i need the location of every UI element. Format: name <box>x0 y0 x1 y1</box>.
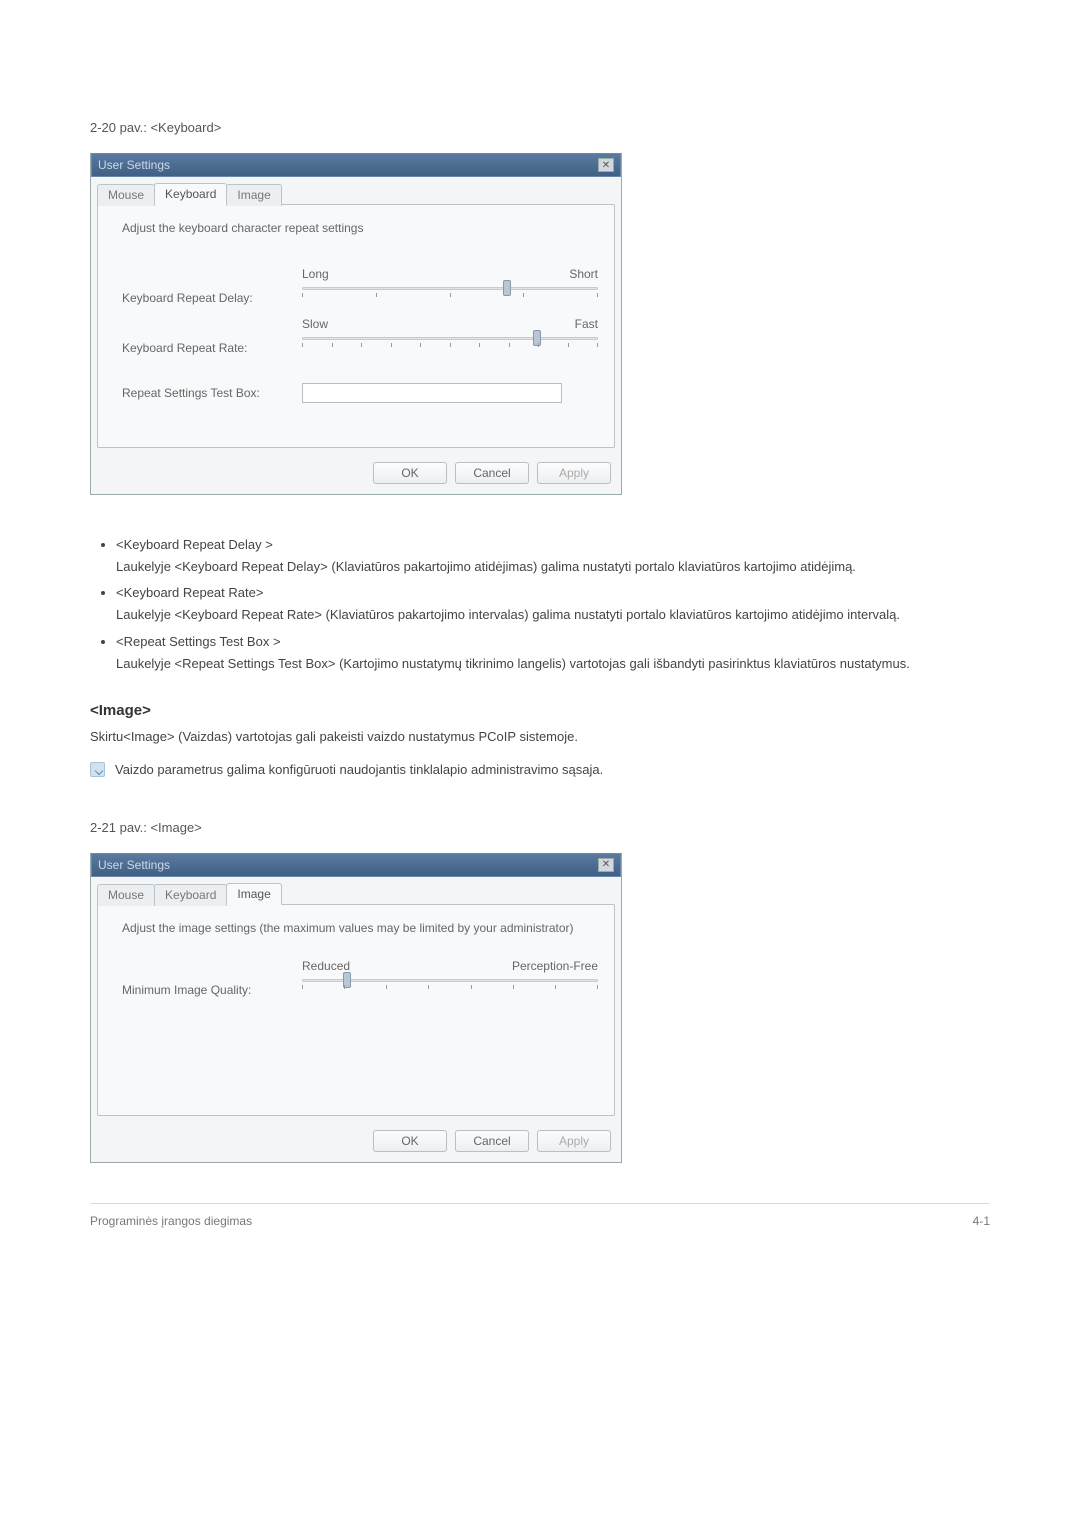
page-footer: Programinės įrangos diegimas 4-1 <box>90 1203 990 1228</box>
close-icon[interactable]: ✕ <box>598 158 614 172</box>
row-test-box: Repeat Settings Test Box: <box>122 383 598 403</box>
bullet-term: <Keyboard Repeat Rate> <box>116 583 990 603</box>
tab-keyboard[interactable]: Keyboard <box>154 884 227 906</box>
dialog-button-row: OK Cancel Apply <box>91 1122 621 1162</box>
note-icon <box>90 762 105 777</box>
tab-strip: Mouse Keyboard Image <box>97 183 615 205</box>
slider-label-perception-free: Perception-Free <box>512 959 598 973</box>
list-item: <Repeat Settings Test Box > Laukelyje <R… <box>116 632 990 674</box>
tab-image[interactable]: Image <box>226 883 281 905</box>
note-text: Vaizdo parametrus galima konfigūruoti na… <box>115 760 603 780</box>
row-image-quality: Minimum Image Quality: Reduced Perceptio… <box>122 975 598 1005</box>
tab-mouse[interactable]: Mouse <box>97 884 155 906</box>
slider-ticks <box>302 293 598 297</box>
tab-keyboard[interactable]: Keyboard <box>154 183 227 205</box>
ok-button[interactable]: OK <box>373 462 447 484</box>
bullet-text: Laukelyje <Repeat Settings Test Box> (Ka… <box>116 656 910 671</box>
repeat-rate-slider[interactable]: Slow Fast <box>302 333 598 363</box>
slider-track <box>302 337 598 340</box>
row-repeat-delay: Keyboard Repeat Delay: Long Short <box>122 283 598 313</box>
repeat-delay-slider[interactable]: Long Short <box>302 283 598 313</box>
section-paragraph: Skirtu<Image> (Vaizdas) vartotojas gali … <box>90 727 990 747</box>
slider-ticks <box>302 985 598 989</box>
panel-description: Adjust the image settings (the maximum v… <box>122 921 598 935</box>
close-icon[interactable]: ✕ <box>598 858 614 872</box>
slider-label-slow: Slow <box>302 317 328 331</box>
slider-ticks <box>302 343 598 347</box>
slider-label-long: Long <box>302 267 329 281</box>
test-box-label: Repeat Settings Test Box: <box>122 386 302 400</box>
slider-track <box>302 287 598 290</box>
dialog-body: Mouse Keyboard Image Adjust the keyboard… <box>91 177 621 454</box>
figure-caption: 2-21 pav.: <Image> <box>90 820 990 835</box>
image-quality-slider[interactable]: Reduced Perception-Free <box>302 975 598 1005</box>
footer-right: 4-1 <box>973 1214 990 1228</box>
tab-strip: Mouse Keyboard Image <box>97 883 615 905</box>
ok-button[interactable]: OK <box>373 1130 447 1152</box>
list-item: <Keyboard Repeat Delay > Laukelyje <Keyb… <box>116 535 990 577</box>
section-heading-image: <Image> <box>90 702 990 719</box>
bullet-text: Laukelyje <Keyboard Repeat Delay> (Klavi… <box>116 559 856 574</box>
slider-label-short: Short <box>569 267 598 281</box>
feature-bullet-list: <Keyboard Repeat Delay > Laukelyje <Keyb… <box>90 535 990 674</box>
cancel-button[interactable]: Cancel <box>455 462 529 484</box>
panel-description: Adjust the keyboard character repeat set… <box>122 221 598 235</box>
user-settings-dialog-keyboard: User Settings ✕ Mouse Keyboard Image Adj… <box>90 153 622 495</box>
slider-label-fast: Fast <box>575 317 598 331</box>
dialog-titlebar: User Settings ✕ <box>91 853 621 877</box>
cancel-button[interactable]: Cancel <box>455 1130 529 1152</box>
tab-mouse[interactable]: Mouse <box>97 184 155 206</box>
figure-caption: 2-20 pav.: <Keyboard> <box>90 120 990 135</box>
row-repeat-rate: Keyboard Repeat Rate: Slow Fast <box>122 333 598 363</box>
bullet-term: <Keyboard Repeat Delay > <box>116 535 990 555</box>
apply-button[interactable]: Apply <box>537 462 611 484</box>
list-item: <Keyboard Repeat Rate> Laukelyje <Keyboa… <box>116 583 990 625</box>
repeat-settings-test-box[interactable] <box>302 383 562 403</box>
bullet-term: <Repeat Settings Test Box > <box>116 632 990 652</box>
apply-button[interactable]: Apply <box>537 1130 611 1152</box>
dialog-body: Mouse Keyboard Image Adjust the image se… <box>91 877 621 1122</box>
footer-left: Programinės įrangos diegimas <box>90 1214 252 1228</box>
tab-panel-keyboard: Adjust the keyboard character repeat set… <box>97 204 615 448</box>
dialog-title: User Settings <box>98 158 170 172</box>
dialog-titlebar: User Settings ✕ <box>91 153 621 177</box>
tab-image[interactable]: Image <box>226 184 281 206</box>
dialog-title: User Settings <box>98 858 170 872</box>
user-settings-dialog-image: User Settings ✕ Mouse Keyboard Image Adj… <box>90 853 622 1163</box>
image-quality-label: Minimum Image Quality: <box>122 983 302 997</box>
bullet-text: Laukelyje <Keyboard Repeat Rate> (Klavia… <box>116 607 900 622</box>
dialog-button-row: OK Cancel Apply <box>91 454 621 494</box>
slider-label-reduced: Reduced <box>302 959 350 973</box>
repeat-rate-label: Keyboard Repeat Rate: <box>122 341 302 355</box>
note-row: Vaizdo parametrus galima konfigūruoti na… <box>90 760 990 780</box>
repeat-delay-label: Keyboard Repeat Delay: <box>122 291 302 305</box>
tab-panel-image: Adjust the image settings (the maximum v… <box>97 904 615 1116</box>
